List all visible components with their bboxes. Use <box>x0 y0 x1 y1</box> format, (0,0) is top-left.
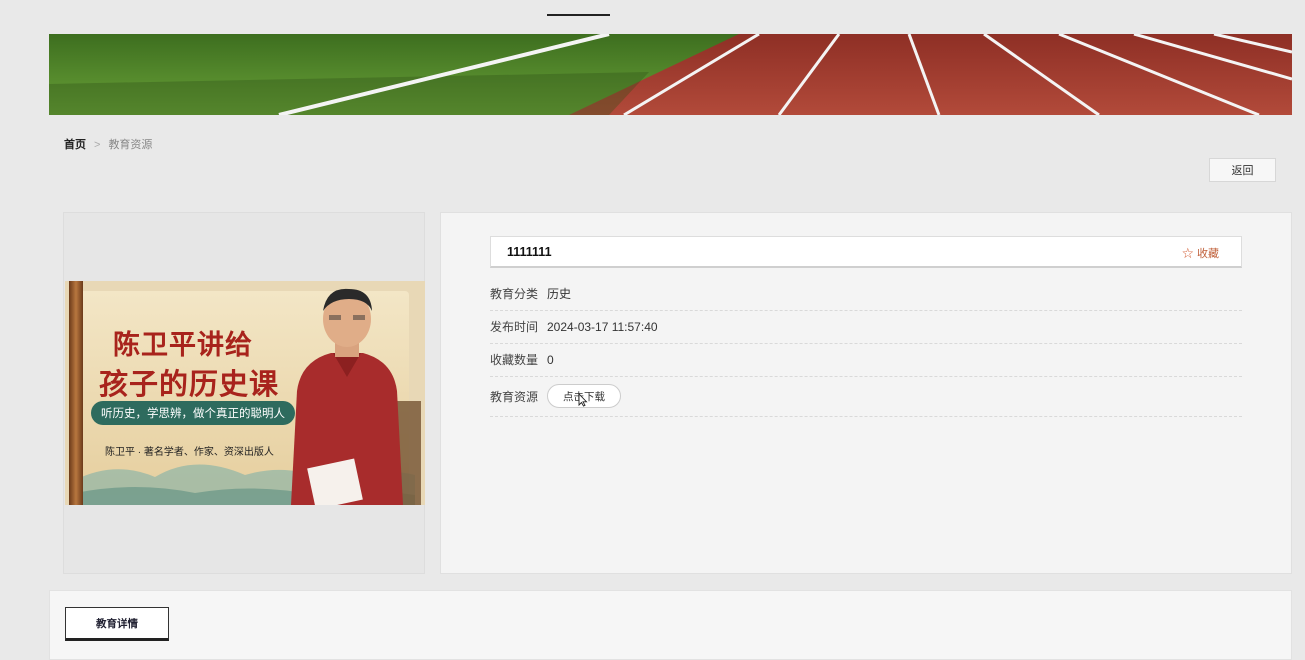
mouse-pointer-icon <box>578 393 588 407</box>
poster-author: 陈卫平 · 著名学者、作家、资深出版人 <box>105 447 274 458</box>
breadcrumb-home[interactable]: 首页 <box>64 139 86 151</box>
back-button[interactable]: 返回 <box>1209 158 1276 182</box>
poster-scroll-rod <box>69 281 83 505</box>
poster-tagline: 听历史，学思辨，做个真正的聪明人 <box>91 401 295 425</box>
field-value-favorite-count: 0 <box>547 352 554 367</box>
favorite-button[interactable]: ☆ 收藏 <box>1181 245 1219 261</box>
field-row-publish-time: 发布时间 2024-03-17 11:57:40 <box>490 310 1242 344</box>
field-label: 教育分类 <box>490 287 539 301</box>
poster-title-line1: 陈卫平讲给 <box>113 330 253 361</box>
banner-image <box>49 34 1292 115</box>
field-label: 发布时间 <box>490 320 539 334</box>
field-value-category: 历史 <box>547 287 572 301</box>
field-value-publish-time: 2024-03-17 11:57:40 <box>547 319 658 334</box>
tab-education-detail[interactable]: 教育详情 <box>65 607 169 641</box>
top-nav-active-indicator <box>547 14 610 16</box>
field-row-category: 教育分类 历史 <box>490 277 1242 311</box>
poster-title-line2: 孩子的历史课 <box>99 367 280 401</box>
resource-info-panel: 1111111 ☆ 收藏 教育分类 历史 发布时间 2024-03-17 11:… <box>440 212 1292 574</box>
resource-image-panel: 陈卫平讲给 孩子的历史课 听历史，学思辨，做个真正的聪明人 陈卫平 · 著名学者… <box>63 212 425 574</box>
field-label: 教育资源 <box>490 389 539 404</box>
download-button[interactable]: 点击下载 <box>547 384 621 408</box>
detail-section: 教育详情 <box>49 590 1292 660</box>
breadcrumb-separator: > <box>94 139 101 151</box>
resource-title-bar: 1111111 ☆ 收藏 <box>490 236 1242 268</box>
poster-person-illustration <box>291 288 421 505</box>
field-row-favorite-count: 收藏数量 0 <box>490 343 1242 377</box>
field-label: 收藏数量 <box>490 353 539 367</box>
field-row-download: 教育资源 点击下载 <box>490 376 1242 417</box>
resource-cover-image: 陈卫平讲给 孩子的历史课 听历史，学思辨，做个真正的聪明人 陈卫平 · 著名学者… <box>65 281 425 505</box>
breadcrumb-current: 教育资源 <box>108 139 153 151</box>
resource-title: 1111111 <box>507 245 552 259</box>
star-outline-icon: ☆ <box>1181 245 1194 261</box>
favorite-label: 收藏 <box>1197 248 1219 260</box>
breadcrumb: 首页 > 教育资源 <box>64 136 152 152</box>
